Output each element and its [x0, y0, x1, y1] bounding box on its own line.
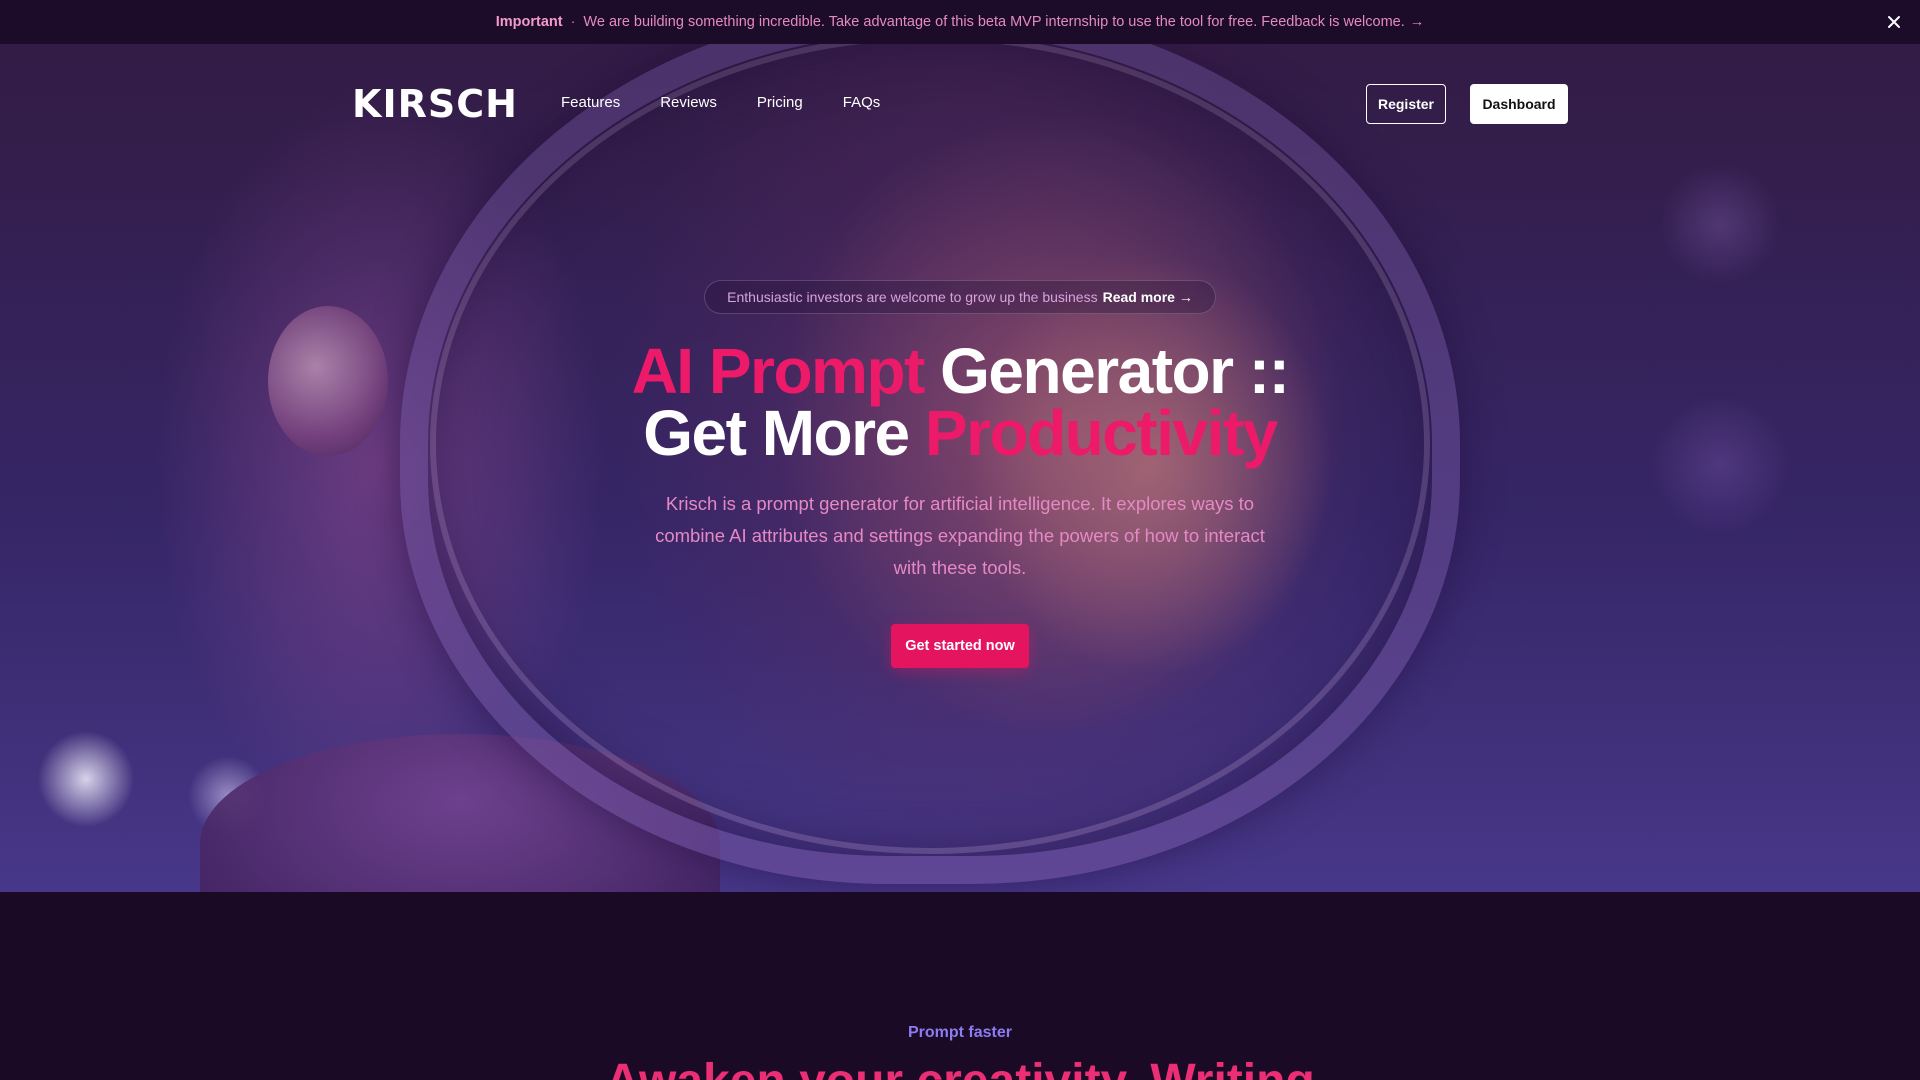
announcement-bar[interactable]: Important · We are building something in…: [0, 0, 1920, 44]
announcement-separator: ·: [570, 14, 576, 30]
nav-link-features[interactable]: Features: [561, 94, 620, 111]
nav-link-pricing[interactable]: Pricing: [757, 94, 803, 111]
investor-announcement-pill[interactable]: Enthusiastic investors are welcome to gr…: [704, 280, 1216, 314]
pill-text: Enthusiastic investors are welcome to gr…: [727, 289, 1098, 305]
nav-link-reviews[interactable]: Reviews: [660, 94, 717, 111]
announcement-message[interactable]: We are building something incredible. Ta…: [583, 14, 1404, 30]
section-title: Awaken your creativity. Writing: [560, 1052, 1360, 1080]
nav-links: Features Reviews Pricing FAQs: [561, 94, 880, 111]
get-started-button[interactable]: Get started now: [891, 624, 1029, 668]
hero-description: Krisch is a prompt generator for artific…: [655, 493, 1265, 578]
hero-headline: AI Prompt Generator :: Get More Producti…: [560, 339, 1360, 465]
logo[interactable]: KIRSCH: [352, 82, 517, 126]
read-more-link[interactable]: Read more →: [1103, 289, 1193, 305]
nav-link-faqs[interactable]: FAQs: [843, 94, 881, 111]
dashboard-button[interactable]: Dashboard: [1470, 84, 1568, 124]
headline-part-productivity: Productivity: [924, 397, 1278, 469]
close-icon[interactable]: [1882, 10, 1906, 34]
headline-part-get-more: Get More: [643, 397, 910, 469]
announcement-label: Important: [495, 14, 563, 30]
register-button[interactable]: Register: [1366, 84, 1446, 124]
section-eyebrow: Prompt faster: [907, 1024, 1013, 1041]
announcement-arrow-icon[interactable]: →: [1410, 14, 1425, 30]
top-nav: KIRSCH Features Reviews Pricing FAQs Reg…: [0, 44, 1920, 164]
